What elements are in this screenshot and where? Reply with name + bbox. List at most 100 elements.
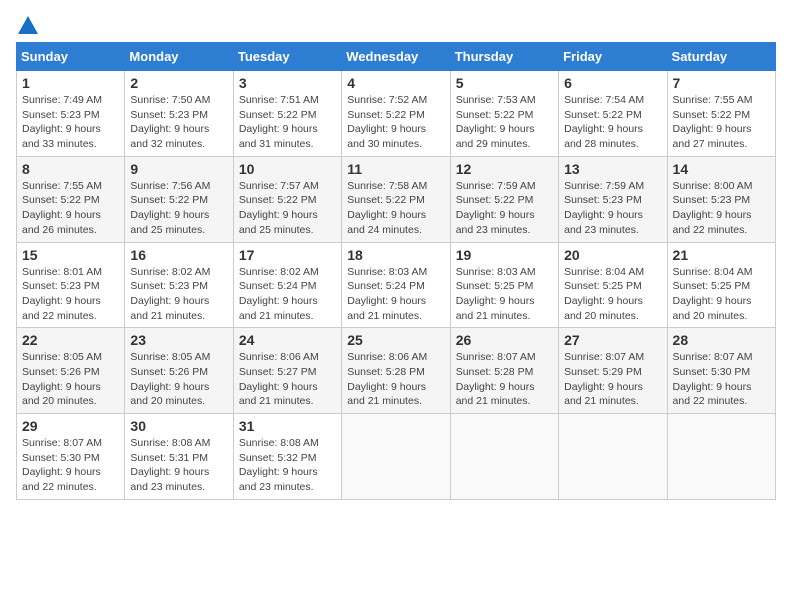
calendar-day-cell: 16 Sunrise: 8:02 AMSunset: 5:23 PMDaylig… bbox=[125, 242, 233, 328]
calendar-week-row: 1 Sunrise: 7:49 AMSunset: 5:23 PMDayligh… bbox=[17, 71, 776, 157]
weekday-header-tuesday: Tuesday bbox=[233, 43, 341, 71]
day-info: Sunrise: 8:07 AMSunset: 5:30 PMDaylight:… bbox=[22, 437, 102, 493]
day-info: Sunrise: 8:07 AMSunset: 5:30 PMDaylight:… bbox=[673, 351, 753, 407]
calendar-day-cell: 20 Sunrise: 8:04 AMSunset: 5:25 PMDaylig… bbox=[559, 242, 667, 328]
day-info: Sunrise: 7:52 AMSunset: 5:22 PMDaylight:… bbox=[347, 94, 427, 150]
day-info: Sunrise: 7:53 AMSunset: 5:22 PMDaylight:… bbox=[456, 94, 536, 150]
day-info: Sunrise: 7:50 AMSunset: 5:23 PMDaylight:… bbox=[130, 94, 210, 150]
day-info: Sunrise: 8:01 AMSunset: 5:23 PMDaylight:… bbox=[22, 266, 102, 322]
calendar-day-cell: 30 Sunrise: 8:08 AMSunset: 5:31 PMDaylig… bbox=[125, 414, 233, 500]
empty-cell bbox=[342, 414, 450, 500]
day-info: Sunrise: 8:03 AMSunset: 5:24 PMDaylight:… bbox=[347, 266, 427, 322]
day-number: 23 bbox=[130, 332, 227, 348]
day-number: 18 bbox=[347, 247, 444, 263]
day-number: 10 bbox=[239, 161, 336, 177]
calendar-week-row: 29 Sunrise: 8:07 AMSunset: 5:30 PMDaylig… bbox=[17, 414, 776, 500]
calendar-day-cell: 11 Sunrise: 7:58 AMSunset: 5:22 PMDaylig… bbox=[342, 156, 450, 242]
day-number: 8 bbox=[22, 161, 119, 177]
weekday-header-thursday: Thursday bbox=[450, 43, 558, 71]
calendar-day-cell: 2 Sunrise: 7:50 AMSunset: 5:23 PMDayligh… bbox=[125, 71, 233, 157]
calendar-day-cell: 12 Sunrise: 7:59 AMSunset: 5:22 PMDaylig… bbox=[450, 156, 558, 242]
weekday-header-wednesday: Wednesday bbox=[342, 43, 450, 71]
day-info: Sunrise: 8:03 AMSunset: 5:25 PMDaylight:… bbox=[456, 266, 536, 322]
calendar-week-row: 22 Sunrise: 8:05 AMSunset: 5:26 PMDaylig… bbox=[17, 328, 776, 414]
calendar-day-cell: 28 Sunrise: 8:07 AMSunset: 5:30 PMDaylig… bbox=[667, 328, 775, 414]
calendar-table: SundayMondayTuesdayWednesdayThursdayFrid… bbox=[16, 42, 776, 500]
day-info: Sunrise: 7:58 AMSunset: 5:22 PMDaylight:… bbox=[347, 180, 427, 236]
day-info: Sunrise: 7:55 AMSunset: 5:22 PMDaylight:… bbox=[673, 94, 753, 150]
day-info: Sunrise: 8:04 AMSunset: 5:25 PMDaylight:… bbox=[564, 266, 644, 322]
day-info: Sunrise: 8:04 AMSunset: 5:25 PMDaylight:… bbox=[673, 266, 753, 322]
weekday-header-monday: Monday bbox=[125, 43, 233, 71]
day-info: Sunrise: 8:07 AMSunset: 5:29 PMDaylight:… bbox=[564, 351, 644, 407]
day-info: Sunrise: 8:05 AMSunset: 5:26 PMDaylight:… bbox=[130, 351, 210, 407]
weekday-header-sunday: Sunday bbox=[17, 43, 125, 71]
logo bbox=[16, 16, 38, 34]
calendar-day-cell: 23 Sunrise: 8:05 AMSunset: 5:26 PMDaylig… bbox=[125, 328, 233, 414]
day-number: 25 bbox=[347, 332, 444, 348]
logo-triangle-icon bbox=[18, 16, 38, 34]
day-info: Sunrise: 8:02 AMSunset: 5:23 PMDaylight:… bbox=[130, 266, 210, 322]
calendar-day-cell: 25 Sunrise: 8:06 AMSunset: 5:28 PMDaylig… bbox=[342, 328, 450, 414]
day-number: 26 bbox=[456, 332, 553, 348]
calendar-day-cell: 24 Sunrise: 8:06 AMSunset: 5:27 PMDaylig… bbox=[233, 328, 341, 414]
day-info: Sunrise: 8:06 AMSunset: 5:27 PMDaylight:… bbox=[239, 351, 319, 407]
empty-cell bbox=[450, 414, 558, 500]
day-info: Sunrise: 8:08 AMSunset: 5:31 PMDaylight:… bbox=[130, 437, 210, 493]
calendar-day-cell: 31 Sunrise: 8:08 AMSunset: 5:32 PMDaylig… bbox=[233, 414, 341, 500]
day-info: Sunrise: 7:59 AMSunset: 5:22 PMDaylight:… bbox=[456, 180, 536, 236]
day-info: Sunrise: 7:51 AMSunset: 5:22 PMDaylight:… bbox=[239, 94, 319, 150]
day-number: 20 bbox=[564, 247, 661, 263]
day-info: Sunrise: 8:07 AMSunset: 5:28 PMDaylight:… bbox=[456, 351, 536, 407]
calendar-week-row: 8 Sunrise: 7:55 AMSunset: 5:22 PMDayligh… bbox=[17, 156, 776, 242]
day-number: 17 bbox=[239, 247, 336, 263]
day-number: 1 bbox=[22, 75, 119, 91]
calendar-day-cell: 7 Sunrise: 7:55 AMSunset: 5:22 PMDayligh… bbox=[667, 71, 775, 157]
page-header bbox=[16, 16, 776, 34]
day-number: 19 bbox=[456, 247, 553, 263]
day-number: 24 bbox=[239, 332, 336, 348]
weekday-header-friday: Friday bbox=[559, 43, 667, 71]
day-number: 11 bbox=[347, 161, 444, 177]
day-number: 31 bbox=[239, 418, 336, 434]
calendar-day-cell: 26 Sunrise: 8:07 AMSunset: 5:28 PMDaylig… bbox=[450, 328, 558, 414]
calendar-day-cell: 13 Sunrise: 7:59 AMSunset: 5:23 PMDaylig… bbox=[559, 156, 667, 242]
day-info: Sunrise: 7:49 AMSunset: 5:23 PMDaylight:… bbox=[22, 94, 102, 150]
day-info: Sunrise: 8:00 AMSunset: 5:23 PMDaylight:… bbox=[673, 180, 753, 236]
day-info: Sunrise: 8:02 AMSunset: 5:24 PMDaylight:… bbox=[239, 266, 319, 322]
day-number: 16 bbox=[130, 247, 227, 263]
calendar-day-cell: 21 Sunrise: 8:04 AMSunset: 5:25 PMDaylig… bbox=[667, 242, 775, 328]
day-info: Sunrise: 7:56 AMSunset: 5:22 PMDaylight:… bbox=[130, 180, 210, 236]
day-number: 9 bbox=[130, 161, 227, 177]
calendar-week-row: 15 Sunrise: 8:01 AMSunset: 5:23 PMDaylig… bbox=[17, 242, 776, 328]
day-info: Sunrise: 7:55 AMSunset: 5:22 PMDaylight:… bbox=[22, 180, 102, 236]
day-number: 3 bbox=[239, 75, 336, 91]
day-number: 28 bbox=[673, 332, 770, 348]
day-number: 27 bbox=[564, 332, 661, 348]
calendar-day-cell: 18 Sunrise: 8:03 AMSunset: 5:24 PMDaylig… bbox=[342, 242, 450, 328]
calendar-day-cell: 5 Sunrise: 7:53 AMSunset: 5:22 PMDayligh… bbox=[450, 71, 558, 157]
day-number: 4 bbox=[347, 75, 444, 91]
empty-cell bbox=[559, 414, 667, 500]
calendar-day-cell: 9 Sunrise: 7:56 AMSunset: 5:22 PMDayligh… bbox=[125, 156, 233, 242]
day-number: 2 bbox=[130, 75, 227, 91]
calendar-day-cell: 17 Sunrise: 8:02 AMSunset: 5:24 PMDaylig… bbox=[233, 242, 341, 328]
calendar-day-cell: 27 Sunrise: 8:07 AMSunset: 5:29 PMDaylig… bbox=[559, 328, 667, 414]
calendar-day-cell: 19 Sunrise: 8:03 AMSunset: 5:25 PMDaylig… bbox=[450, 242, 558, 328]
day-number: 5 bbox=[456, 75, 553, 91]
day-number: 13 bbox=[564, 161, 661, 177]
day-number: 12 bbox=[456, 161, 553, 177]
calendar-day-cell: 6 Sunrise: 7:54 AMSunset: 5:22 PMDayligh… bbox=[559, 71, 667, 157]
day-info: Sunrise: 7:57 AMSunset: 5:22 PMDaylight:… bbox=[239, 180, 319, 236]
day-number: 29 bbox=[22, 418, 119, 434]
day-number: 7 bbox=[673, 75, 770, 91]
day-number: 21 bbox=[673, 247, 770, 263]
day-info: Sunrise: 7:59 AMSunset: 5:23 PMDaylight:… bbox=[564, 180, 644, 236]
day-number: 6 bbox=[564, 75, 661, 91]
day-number: 14 bbox=[673, 161, 770, 177]
calendar-day-cell: 22 Sunrise: 8:05 AMSunset: 5:26 PMDaylig… bbox=[17, 328, 125, 414]
day-number: 15 bbox=[22, 247, 119, 263]
calendar-day-cell: 10 Sunrise: 7:57 AMSunset: 5:22 PMDaylig… bbox=[233, 156, 341, 242]
day-number: 30 bbox=[130, 418, 227, 434]
day-info: Sunrise: 8:08 AMSunset: 5:32 PMDaylight:… bbox=[239, 437, 319, 493]
